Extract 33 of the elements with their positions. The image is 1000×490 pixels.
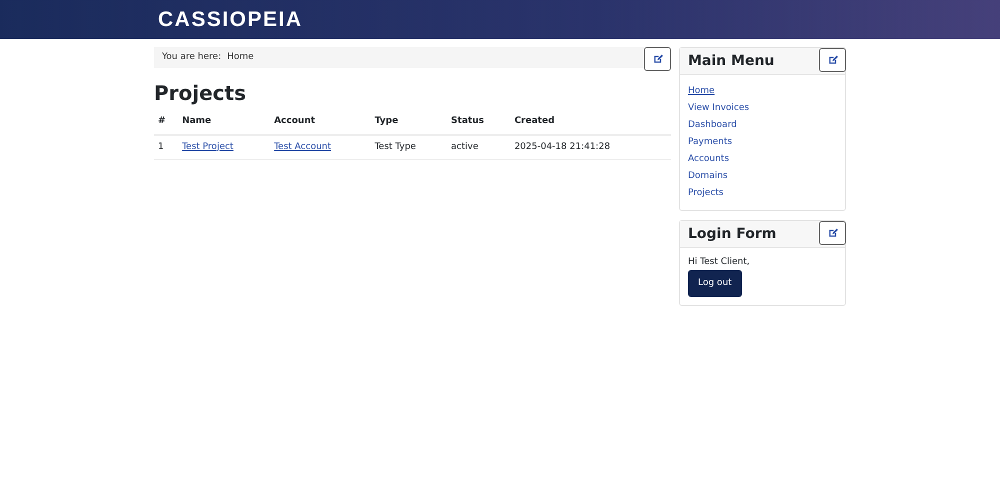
menu-link[interactable]: Payments: [688, 134, 732, 151]
column-header: Type: [370, 111, 448, 134]
menu-link[interactable]: Dashboard: [688, 117, 737, 134]
table-link[interactable]: Test Project: [182, 142, 234, 152]
logout-button[interactable]: Log out: [688, 270, 742, 297]
edit-button[interactable]: [819, 48, 846, 72]
column-header: #: [154, 111, 178, 134]
column-header: Account: [270, 111, 371, 134]
edit-icon: [828, 55, 838, 65]
module-title: Login Form: [688, 224, 776, 244]
edit-icon: [652, 54, 662, 64]
site-logo[interactable]: CASSIOPEIA: [154, 8, 303, 31]
column-header: Name: [178, 111, 270, 134]
menu-link[interactable]: Domains: [688, 168, 728, 185]
menu-link[interactable]: Home: [688, 83, 715, 100]
breadcrumb-label: You are here:: [162, 50, 222, 64]
table-cell: active: [447, 134, 510, 160]
module-title: Main Menu: [688, 52, 774, 70]
table-cell: 2025-04-18 21:41:28: [510, 134, 671, 160]
menu-link[interactable]: View Invoices: [688, 100, 750, 117]
greeting-text: Hi Test Client,: [688, 256, 751, 269]
page-title: Projects: [154, 81, 248, 105]
table-link[interactable]: Test Account: [274, 142, 332, 152]
menu-link[interactable]: Projects: [688, 185, 724, 202]
column-header: Created: [510, 111, 671, 134]
edit-icon: [828, 228, 838, 238]
breadcrumb-item[interactable]: Home: [227, 52, 254, 62]
edit-button[interactable]: [644, 47, 671, 71]
menu-link[interactable]: Accounts: [688, 151, 730, 168]
table-cell: 1: [154, 134, 178, 160]
edit-button[interactable]: [819, 221, 846, 245]
table-cell: Test Type: [370, 134, 448, 160]
column-header: Status: [447, 111, 510, 134]
